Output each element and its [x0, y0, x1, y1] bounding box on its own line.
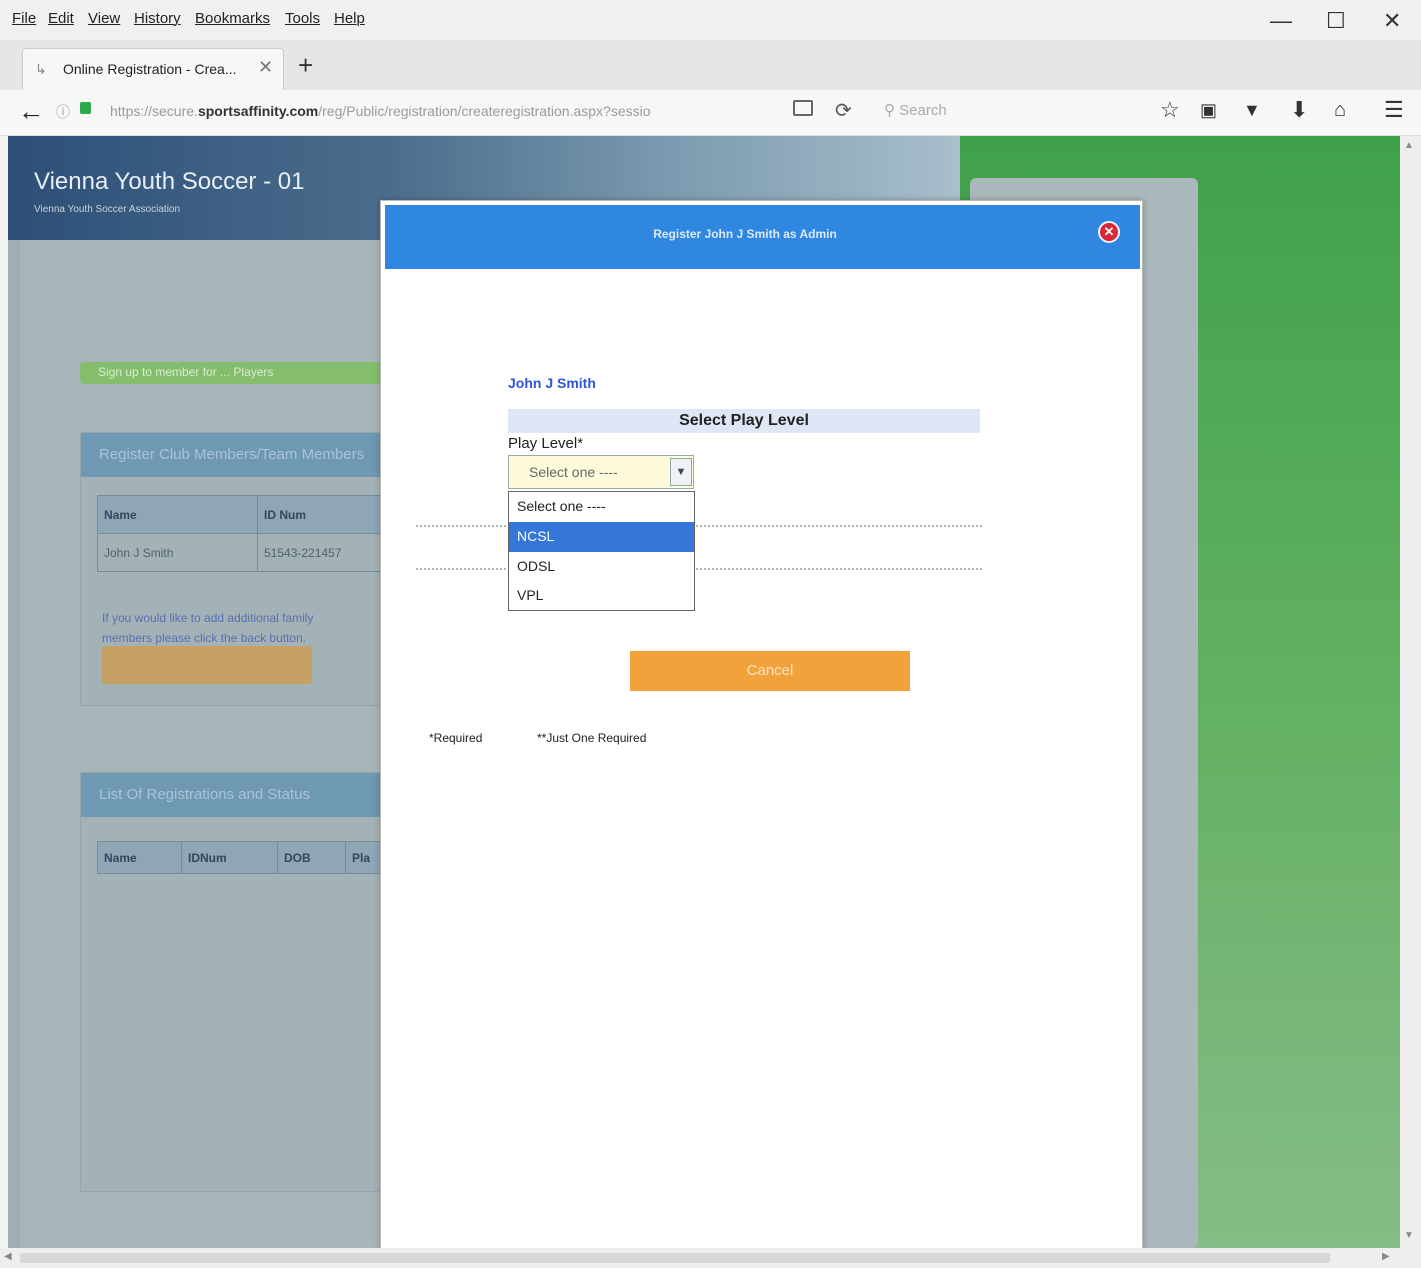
background-register-header: Register Club Members/Team Members — [81, 433, 389, 477]
tab-online-registration[interactable]: ↳ Online Registration - Crea... ✕ — [22, 48, 284, 90]
background-link-line: members please click the back button. — [102, 631, 307, 645]
site-title: Vienna Youth Soccer - 01 — [34, 168, 305, 195]
divider — [416, 568, 982, 570]
background-status-header: List Of Registrations and Status — [81, 773, 389, 817]
play-level-heading: Select Play Level — [508, 409, 980, 433]
url-domain: sportsaffinity.com — [197, 103, 319, 119]
table-header: Name — [97, 495, 258, 534]
table-header: ID Num — [257, 495, 388, 534]
reader-view-icon[interactable] — [793, 100, 813, 116]
menu-file[interactable]: File — [12, 10, 36, 27]
background-status-title: List Of Registrations and Status — [99, 786, 310, 803]
table-cell: John J Smith — [97, 533, 258, 572]
tab-bar: ↳ Online Registration - Crea... ✕ + — [0, 40, 1421, 90]
background-progress-bar: Sign up to member for ... Players — [80, 362, 390, 384]
play-level-options-list: Select one ---- NCSL ODSL VPL — [508, 491, 695, 611]
background-progress-text: Sign up to member for ... Players — [98, 365, 274, 379]
navigation-bar: ← ⓘ https://secure.sportsaffinity.com/re… — [0, 90, 1421, 136]
background-status-table: Name IDNum DOB Pla — [97, 841, 386, 874]
table-header: IDNum — [181, 841, 278, 874]
page-favicon-icon: ↳ — [35, 61, 47, 77]
background-back-instructions[interactable]: If you would like to add additional fami… — [102, 608, 313, 648]
chevron-down-icon[interactable]: ▼ — [670, 458, 692, 486]
hamburger-menu-icon[interactable]: ☰ — [1384, 97, 1404, 123]
modal-title: Register John J Smith as Admin — [653, 227, 837, 241]
new-tab-button[interactable]: + — [298, 52, 313, 78]
pocket-icon[interactable]: ▼ — [1243, 100, 1261, 121]
modal-close-icon[interactable]: ✕ — [1098, 221, 1120, 243]
player-name: John J Smith — [508, 375, 596, 391]
register-modal: Register John J Smith as Admin ✕ John J … — [380, 200, 1143, 1250]
tab-close-icon[interactable]: ✕ — [258, 57, 273, 78]
search-placeholder: Search — [899, 102, 947, 119]
lock-icon — [80, 102, 91, 114]
table-header: Name — [97, 841, 182, 874]
tab-title: Online Registration - Crea... — [63, 61, 237, 77]
table-header: DOB — [277, 841, 346, 874]
play-level-label: Play Level* — [508, 435, 584, 452]
option-ncsl[interactable]: NCSL — [509, 522, 694, 552]
table-cell: 51543-221457 — [257, 533, 388, 572]
menu-tools[interactable]: Tools — [285, 10, 320, 27]
background-status-section: List Of Registrations and Status Name ID… — [80, 772, 390, 1192]
menu-edit[interactable]: Edit — [48, 10, 74, 27]
library-icon[interactable]: ▣ — [1200, 100, 1217, 121]
option-odsl[interactable]: ODSL — [509, 552, 694, 582]
divider — [416, 525, 982, 527]
site-subtitle: Vienna Youth Soccer Association — [34, 204, 181, 215]
scroll-right-icon[interactable]: ▶ — [1382, 1251, 1390, 1262]
download-icon[interactable]: ⬇ — [1290, 97, 1308, 123]
option-select-one[interactable]: Select one ---- — [509, 492, 694, 522]
menu-bookmarks[interactable]: Bookmarks — [195, 10, 270, 27]
scroll-left-icon[interactable]: ◀ — [4, 1251, 12, 1262]
scroll-down-icon[interactable]: ▼ — [1404, 1230, 1414, 1241]
background-register-title: Register Club Members/Team Members — [99, 446, 365, 463]
bookmark-star-icon[interactable]: ☆ — [1160, 97, 1180, 123]
horizontal-scrollbar[interactable]: ◀ ▶ — [0, 1248, 1421, 1268]
maximize-button[interactable]: ☐ — [1326, 8, 1346, 34]
url-path: /reg/Public/registration/createregistrat… — [318, 103, 651, 119]
required-note: *Required — [429, 731, 483, 745]
url-prefix: https://secure. — [110, 103, 198, 119]
play-level-select[interactable]: Select one ---- ▼ — [508, 455, 694, 489]
browser-window: File Edit View History Bookmarks Tools H… — [0, 0, 1421, 1268]
play-level-heading-text: Select Play Level — [679, 412, 809, 429]
just-one-required-note: **Just One Required — [537, 731, 647, 745]
background-member-table: Name ID Num John J Smith 51543-221457 — [97, 495, 388, 572]
menu-history[interactable]: History — [134, 10, 181, 27]
url-bar[interactable]: https://secure.sportsaffinity.com/reg/Pu… — [110, 103, 651, 119]
scroll-up-icon[interactable]: ▲ — [1404, 140, 1414, 151]
reload-icon[interactable]: ⟳ — [835, 98, 852, 123]
menu-help[interactable]: Help — [334, 10, 365, 27]
minimize-button[interactable]: — — [1270, 8, 1292, 34]
menu-view[interactable]: View — [88, 10, 120, 27]
background-link-line: If you would like to add additional fami… — [102, 611, 314, 625]
site-info-icon[interactable]: ⓘ — [56, 102, 70, 122]
scrollbar-thumb[interactable] — [20, 1253, 1330, 1263]
menu-bar: File Edit View History Bookmarks Tools H… — [0, 0, 1421, 40]
search-field[interactable]: ⚲ Search — [884, 101, 947, 119]
play-level-select-value: Select one ---- — [529, 464, 618, 480]
cancel-button[interactable]: Cancel — [630, 651, 910, 691]
modal-header: Register John J Smith as Admin ✕ — [385, 205, 1140, 269]
window-close-button[interactable]: ✕ — [1383, 8, 1401, 34]
background-orange-button — [102, 646, 312, 684]
back-arrow-icon[interactable]: ← — [18, 96, 44, 127]
vertical-scrollbar[interactable]: ▲ ▼ — [1400, 136, 1421, 1248]
option-vpl[interactable]: VPL — [509, 581, 694, 611]
home-icon[interactable]: ⌂ — [1334, 99, 1346, 122]
